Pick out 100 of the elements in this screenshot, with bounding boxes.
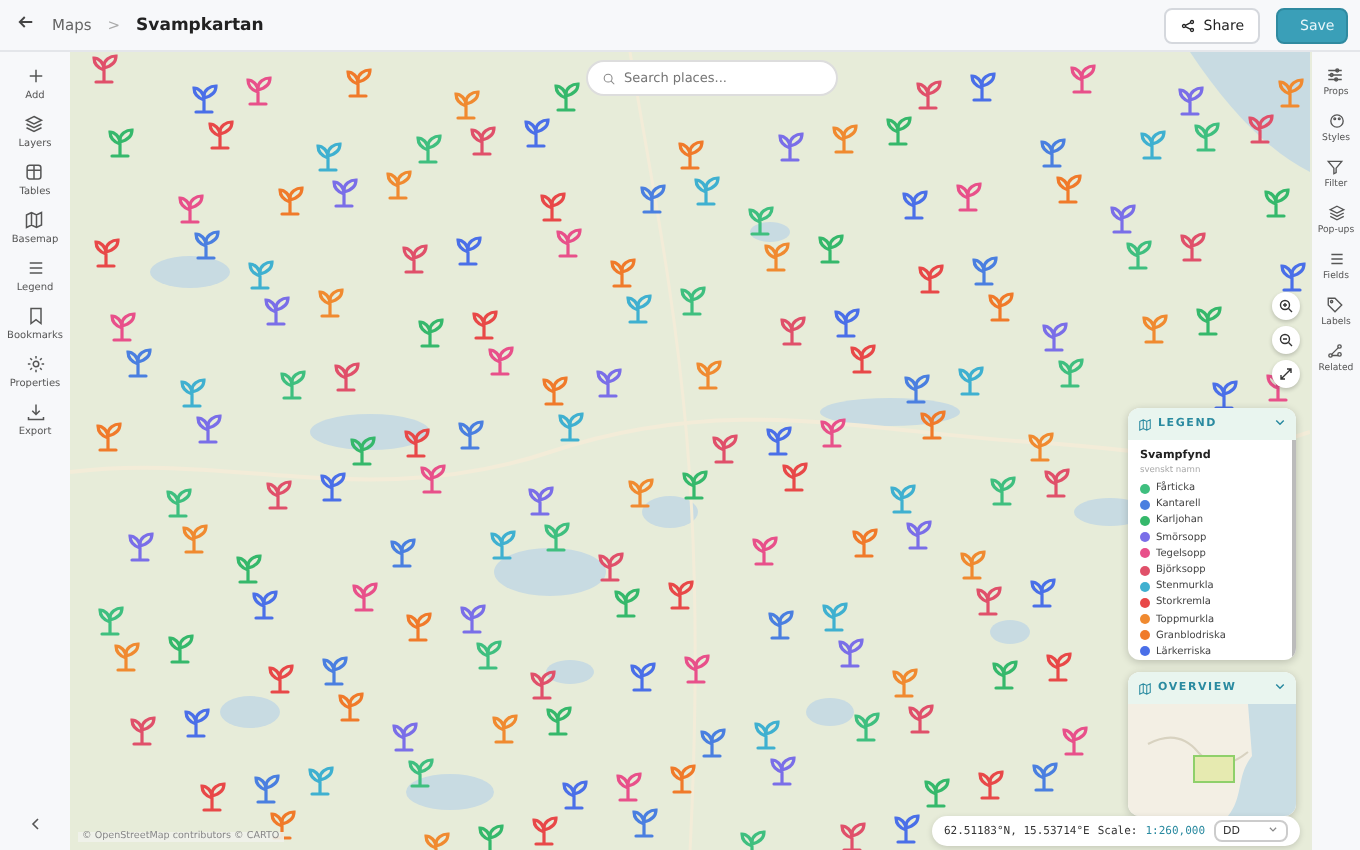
sprout-marker-icon[interactable] (850, 344, 876, 374)
sprout-marker-icon[interactable] (628, 478, 654, 508)
sprout-marker-icon[interactable] (108, 128, 134, 158)
sprout-marker-icon[interactable] (1110, 204, 1136, 234)
sprout-marker-icon[interactable] (1142, 314, 1168, 344)
sprout-marker-icon[interactable] (1058, 358, 1084, 388)
sprout-marker-icon[interactable] (670, 764, 696, 794)
sprout-marker-icon[interactable] (886, 116, 912, 146)
sprout-marker-icon[interactable] (94, 238, 120, 268)
sprout-marker-icon[interactable] (386, 170, 412, 200)
sprout-marker-icon[interactable] (168, 634, 194, 664)
sprout-marker-icon[interactable] (852, 528, 878, 558)
sprout-marker-icon[interactable] (408, 758, 434, 788)
sprout-marker-icon[interactable] (752, 536, 778, 566)
sprout-marker-icon[interactable] (280, 370, 306, 400)
sprout-marker-icon[interactable] (918, 264, 944, 294)
sprout-marker-icon[interactable] (196, 414, 222, 444)
sprout-marker-icon[interactable] (892, 668, 918, 698)
sprout-marker-icon[interactable] (528, 486, 554, 516)
sprout-marker-icon[interactable] (614, 588, 640, 618)
sprout-marker-icon[interactable] (696, 360, 722, 390)
sprout-marker-icon[interactable] (334, 362, 360, 392)
sprout-marker-icon[interactable] (456, 236, 482, 266)
sprout-marker-icon[interactable] (128, 532, 154, 562)
sprout-marker-icon[interactable] (350, 436, 376, 466)
sprout-marker-icon[interactable] (184, 708, 210, 738)
sprout-marker-icon[interactable] (700, 728, 726, 758)
sprout-marker-icon[interactable] (338, 692, 364, 722)
sprout-marker-icon[interactable] (818, 234, 844, 264)
sprout-marker-icon[interactable] (972, 256, 998, 286)
sprout-marker-icon[interactable] (130, 716, 156, 746)
sprout-marker-icon[interactable] (424, 832, 450, 850)
sprout-marker-icon[interactable] (970, 72, 996, 102)
sprout-marker-icon[interactable] (1028, 432, 1054, 462)
sprout-marker-icon[interactable] (764, 242, 790, 272)
sprout-marker-icon[interactable] (254, 774, 280, 804)
sprout-marker-icon[interactable] (596, 368, 622, 398)
sprout-marker-icon[interactable] (956, 182, 982, 212)
sprout-marker-icon[interactable] (554, 82, 580, 112)
sprout-marker-icon[interactable] (990, 476, 1016, 506)
sprout-marker-icon[interactable] (626, 294, 652, 324)
sprout-marker-icon[interactable] (418, 318, 444, 348)
sprout-marker-icon[interactable] (460, 604, 486, 634)
sprout-marker-icon[interactable] (1030, 578, 1056, 608)
sprout-marker-icon[interactable] (768, 610, 794, 640)
sprout-marker-icon[interactable] (416, 134, 442, 164)
sprout-marker-icon[interactable] (532, 816, 558, 846)
sprout-marker-icon[interactable] (390, 538, 416, 568)
sprout-marker-icon[interactable] (114, 642, 140, 672)
sprout-marker-icon[interactable] (546, 706, 572, 736)
sprout-marker-icon[interactable] (1040, 138, 1066, 168)
sprout-marker-icon[interactable] (960, 550, 986, 580)
sprout-marker-icon[interactable] (126, 348, 152, 378)
sprout-marker-icon[interactable] (92, 54, 118, 84)
sprout-marker-icon[interactable] (472, 310, 498, 340)
sprout-marker-icon[interactable] (248, 260, 274, 290)
sprout-marker-icon[interactable] (840, 822, 866, 850)
sprout-marker-icon[interactable] (96, 422, 122, 452)
sprout-marker-icon[interactable] (1264, 188, 1290, 218)
sprout-marker-icon[interactable] (1126, 240, 1152, 270)
sprout-marker-icon[interactable] (630, 662, 656, 692)
sprout-marker-icon[interactable] (616, 772, 642, 802)
sprout-marker-icon[interactable] (544, 522, 570, 552)
sprout-marker-icon[interactable] (476, 640, 502, 670)
sprout-marker-icon[interactable] (924, 778, 950, 808)
sprout-marker-icon[interactable] (678, 140, 704, 170)
sprout-marker-icon[interactable] (1062, 726, 1088, 756)
sprout-marker-icon[interactable] (1044, 468, 1070, 498)
sprout-marker-icon[interactable] (110, 312, 136, 342)
sprout-marker-icon[interactable] (920, 410, 946, 440)
sprout-marker-icon[interactable] (200, 782, 226, 812)
sprout-marker-icon[interactable] (236, 554, 262, 584)
sprout-marker-icon[interactable] (194, 230, 220, 260)
sprout-marker-icon[interactable] (906, 520, 932, 550)
sprout-marker-icon[interactable] (268, 664, 294, 694)
sprout-marker-icon[interactable] (1032, 762, 1058, 792)
sprout-marker-icon[interactable] (178, 194, 204, 224)
sprout-marker-icon[interactable] (976, 586, 1002, 616)
sprout-marker-icon[interactable] (208, 120, 234, 150)
sprout-marker-icon[interactable] (252, 590, 278, 620)
sprout-marker-icon[interactable] (1140, 130, 1166, 160)
sprout-marker-icon[interactable] (632, 808, 658, 838)
sprout-marker-icon[interactable] (470, 126, 496, 156)
sprout-marker-icon[interactable] (978, 770, 1004, 800)
sprout-marker-icon[interactable] (748, 206, 774, 236)
sprout-marker-icon[interactable] (668, 580, 694, 610)
sprout-marker-icon[interactable] (308, 766, 334, 796)
sprout-marker-icon[interactable] (854, 712, 880, 742)
sprout-marker-icon[interactable] (488, 346, 514, 376)
sprout-marker-icon[interactable] (712, 434, 738, 464)
sprout-marker-icon[interactable] (246, 76, 272, 106)
sprout-marker-icon[interactable] (640, 184, 666, 214)
sprout-marker-icon[interactable] (1180, 232, 1206, 262)
sprout-marker-icon[interactable] (782, 462, 808, 492)
sprout-marker-icon[interactable] (562, 780, 588, 810)
sprout-marker-icon[interactable] (766, 426, 792, 456)
sprout-marker-icon[interactable] (1248, 114, 1274, 144)
sprout-marker-icon[interactable] (420, 464, 446, 494)
sprout-marker-icon[interactable] (770, 756, 796, 786)
sprout-marker-icon[interactable] (524, 118, 550, 148)
